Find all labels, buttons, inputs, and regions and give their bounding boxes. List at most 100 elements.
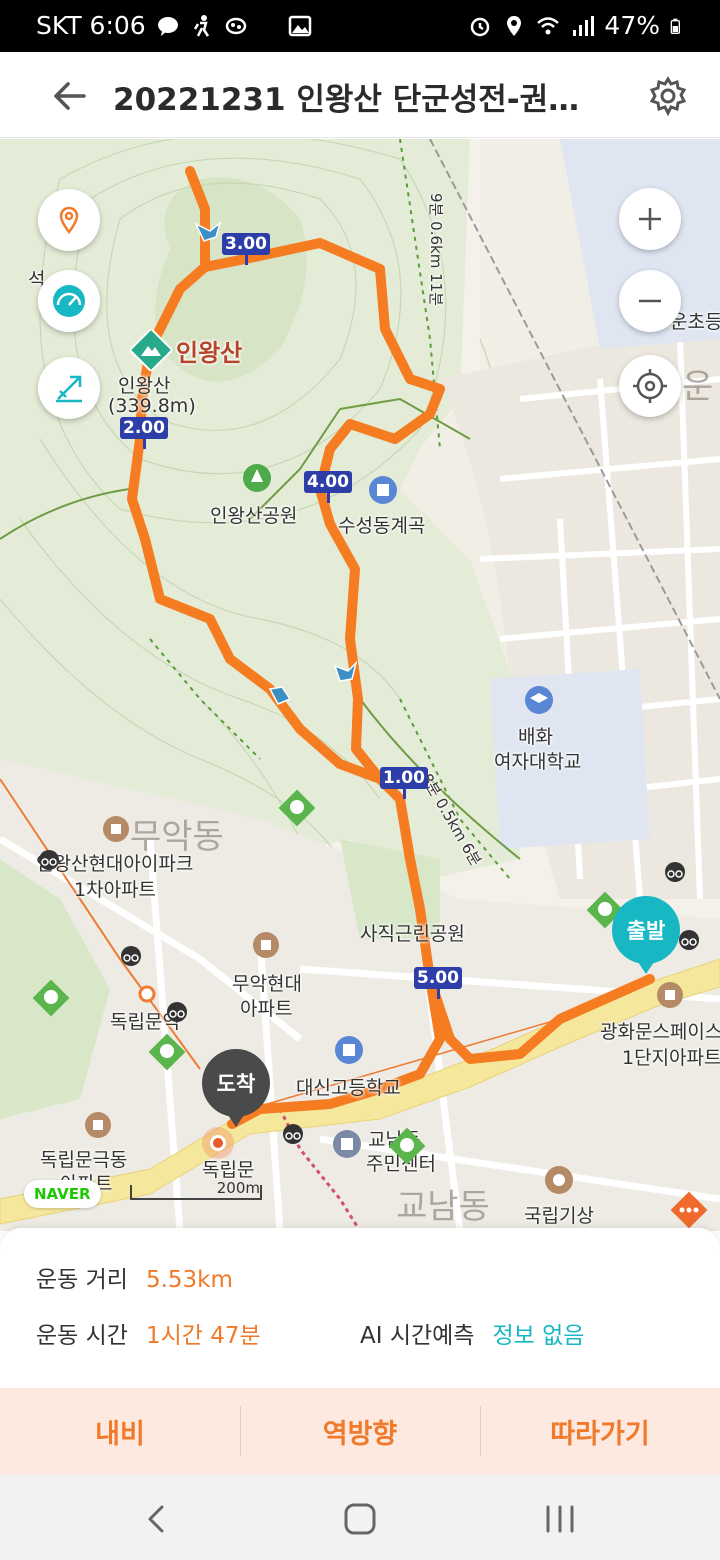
km-marker-4: 4.00 [304, 471, 352, 503]
daeshin-label: 대신고등학교 [296, 1077, 401, 1099]
park-icon [243, 464, 271, 492]
trail-time-label-1: 9분 0.6km 11분 [426, 193, 445, 306]
map-scale-bar: 200m [130, 1179, 262, 1201]
time-value: 1시간 47분 [145, 1323, 261, 1349]
school-label-2: 여자대학교 [494, 751, 582, 773]
school-icon-2 [335, 1036, 363, 1064]
nav-back-icon[interactable] [136, 1497, 180, 1541]
scale-label: 200m [216, 1179, 260, 1197]
km-marker-2: 2.00 [120, 417, 168, 449]
school-label-1: 배화 [518, 726, 553, 748]
time-label: 운동 시간 [36, 1323, 128, 1349]
apartment-icon [103, 816, 129, 842]
zoom-in-button[interactable] [619, 188, 681, 250]
meteo-label: 국립기상 [524, 1205, 594, 1227]
ai-row: AI 시간예측 정보 없음 [360, 1316, 584, 1350]
gyonam-district-label: 교남동 [396, 1187, 490, 1227]
dongnim-apt-label-1: 독립문극동 [40, 1149, 128, 1171]
government-icon [333, 1130, 361, 1158]
start-marker[interactable]: 출발 [612, 896, 680, 974]
image-icon [288, 15, 311, 36]
battery-icon [670, 18, 680, 34]
forest-icon [278, 789, 316, 827]
apt-label-2: 1차아파트 [74, 879, 157, 901]
km-marker-1: 1.00 [380, 767, 428, 799]
sajik-park-label: 사직근린공원 [360, 923, 465, 945]
apartment-icon-4 [85, 1112, 111, 1138]
apartment-icon-2 [253, 932, 279, 958]
zoom-out-button[interactable] [619, 270, 681, 332]
elevation-button[interactable] [38, 357, 100, 419]
more-icon[interactable] [668, 1189, 710, 1231]
park-label: 인왕산공원 [210, 505, 298, 527]
speedometer-button[interactable] [38, 270, 100, 332]
reverse-button[interactable]: 역방향 [240, 1388, 480, 1475]
wifi-icon [537, 16, 560, 34]
space-label-2: 1단지아파트 [622, 1047, 720, 1069]
oon-label: 운 [682, 367, 714, 407]
status-left: SKT 6:06 [36, 11, 312, 40]
locate-me-button[interactable] [619, 355, 681, 417]
km-marker-5: 5.00 [414, 967, 462, 999]
peak-detail-label: 인왕산 [118, 375, 171, 397]
signal-icon [573, 15, 595, 36]
distance-label: 운동 거리 [36, 1267, 128, 1293]
bike-icon-5 [665, 862, 685, 882]
speedometer-icon [53, 285, 85, 317]
system-nav-bar [0, 1475, 720, 1560]
map-base-layer [0, 139, 720, 1231]
apartment-icon-3 [657, 982, 683, 1008]
space-label-1: 광화문스페이스 [600, 1021, 720, 1043]
summary-panel: 운동 거리 5.53km 운동 시간 1시간 47분 AI 시간예측 정보 없음 [0, 1228, 720, 1388]
bike-icon-6 [679, 930, 699, 950]
muak-apt-label-1: 무악현대 [232, 973, 302, 995]
bike-icon-3 [167, 1002, 187, 1022]
forest-icon-3 [32, 979, 70, 1017]
route-map[interactable]: 석 인왕산 인왕산 (339.8m) 인왕산공원 수성동계곡 배화 여자대학교 … [0, 139, 720, 1231]
waypoint-button[interactable] [38, 189, 100, 251]
forest-icon-5 [388, 1127, 426, 1165]
elevation-icon [56, 375, 82, 403]
map-pin-icon [59, 206, 79, 235]
bike-icon-4 [283, 1124, 303, 1144]
bike-icon [39, 850, 59, 870]
status-right: 47% [468, 11, 686, 40]
nav-recents-icon[interactable] [538, 1497, 582, 1541]
app-root: SKT 6:06 47% 20221231 인왕산 단군성전-권율… 석 인왕산… [0, 0, 720, 1560]
footprint-icon [225, 17, 246, 34]
naver-logo: NAVER [24, 1180, 101, 1208]
back-arrow-icon[interactable] [48, 74, 92, 118]
navi-button[interactable]: 내비 [0, 1388, 240, 1475]
valley-label: 수성동계곡 [338, 515, 426, 537]
app-header: 20221231 인왕산 단군성전-권율… [0, 52, 720, 138]
school-icon [525, 686, 553, 714]
plus-icon [639, 208, 661, 230]
hiking-icon [193, 14, 209, 37]
bike-icon-2 [121, 946, 141, 966]
distance-value: 5.53km [145, 1267, 233, 1293]
location-icon [507, 15, 522, 36]
time-row: 운동 시간 1시간 47분 [36, 1316, 261, 1350]
minus-icon [639, 299, 661, 303]
carrier-time: SKT 6:06 [36, 11, 146, 40]
meteo-icon [545, 1166, 573, 1194]
status-bar: SKT 6:06 47% [0, 0, 720, 52]
nav-home-icon[interactable] [338, 1497, 382, 1541]
mountain-peak-icon [130, 329, 172, 371]
alarm-icon [471, 17, 490, 36]
forest-icon-4 [148, 1033, 186, 1071]
end-marker[interactable]: 도착 [202, 1049, 270, 1127]
action-bar: 내비 역방향 따라가기 [0, 1388, 720, 1475]
battery-percent: 47% [604, 11, 660, 40]
ai-label: AI 시간예측 [360, 1323, 475, 1349]
peak-altitude-label: (339.8m) [108, 395, 196, 417]
ai-value[interactable]: 정보 없음 [492, 1323, 584, 1349]
valley-icon [369, 476, 397, 504]
page-title: 20221231 인왕산 단군성전-권율… [113, 82, 603, 118]
dongnimmun-label: 독립문 [202, 1159, 255, 1181]
distance-row: 운동 거리 5.53km [36, 1260, 233, 1294]
chat-icon [157, 16, 178, 36]
gear-icon[interactable] [646, 74, 690, 118]
follow-button[interactable]: 따라가기 [480, 1388, 720, 1475]
crosshair-icon [633, 369, 667, 403]
